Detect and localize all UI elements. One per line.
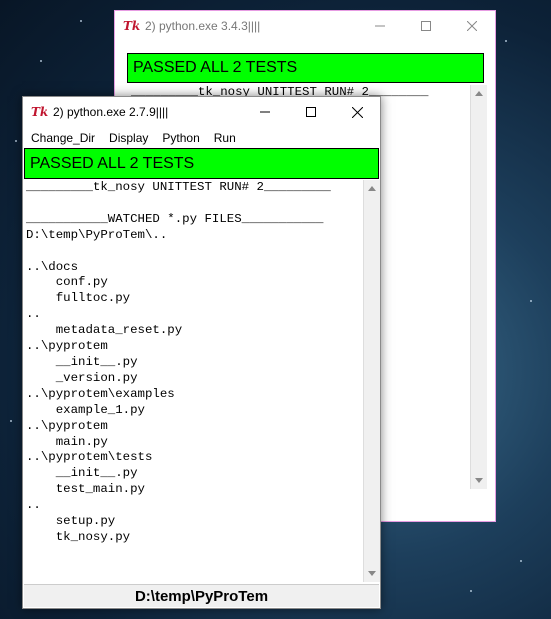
star (10, 420, 12, 422)
window-title: 2) python.exe 3.4.3|||| (145, 19, 261, 33)
vertical-scrollbar[interactable] (470, 85, 487, 489)
tk-logo-icon: Tk (31, 105, 49, 119)
menu-change-dir[interactable]: Change_Dir (25, 131, 101, 145)
maximize-button[interactable] (288, 97, 334, 127)
menu-python[interactable]: Python (156, 131, 205, 145)
star (40, 60, 42, 62)
window-title: 2) python.exe 2.7.9|||| (53, 105, 169, 119)
title-bar[interactable]: Tk 2) python.exe 3.4.3|||| (115, 11, 495, 41)
close-icon (351, 106, 363, 118)
minimize-button[interactable] (357, 11, 403, 41)
maximize-icon (306, 107, 316, 117)
scroll-down-button[interactable] (364, 565, 380, 582)
star (505, 40, 507, 42)
minimize-icon (375, 25, 385, 27)
maximize-icon (421, 21, 431, 31)
arrow-down-icon (475, 478, 483, 483)
maximize-button[interactable] (403, 11, 449, 41)
star (15, 140, 17, 142)
star (470, 590, 472, 592)
test-result-banner: PASSED ALL 2 TESTS (24, 148, 379, 179)
test-result-banner: PASSED ALL 2 TESTS (127, 53, 484, 83)
scroll-up-button[interactable] (364, 180, 380, 197)
menu-bar: Change_Dir Display Python Run (23, 127, 380, 148)
vertical-scrollbar[interactable] (363, 180, 380, 582)
menu-display[interactable]: Display (103, 131, 154, 145)
minimize-button[interactable] (242, 97, 288, 127)
arrow-down-icon (368, 571, 376, 576)
close-icon (467, 21, 477, 31)
menu-run[interactable]: Run (208, 131, 242, 145)
minimize-icon (260, 111, 270, 113)
star (520, 560, 522, 562)
title-bar[interactable]: Tk 2) python.exe 2.7.9|||| (23, 97, 380, 127)
current-directory-status: D:\temp\PyProTem (24, 584, 379, 607)
close-button[interactable] (449, 11, 495, 41)
star (530, 300, 532, 302)
output-text-area[interactable]: _________tk_nosy UNITTEST RUN# 2________… (24, 180, 363, 582)
close-button[interactable] (334, 97, 380, 127)
output-log: _________tk_nosy UNITTEST RUN# 2________… (26, 180, 331, 544)
scroll-up-button[interactable] (471, 85, 487, 102)
star (80, 20, 82, 22)
scroll-down-button[interactable] (471, 472, 487, 489)
arrow-up-icon (475, 91, 483, 96)
tk-logo-icon: Tk (123, 19, 141, 33)
python-279-window[interactable]: Tk 2) python.exe 2.7.9|||| Change_Dir Di… (22, 96, 381, 609)
arrow-up-icon (368, 186, 376, 191)
